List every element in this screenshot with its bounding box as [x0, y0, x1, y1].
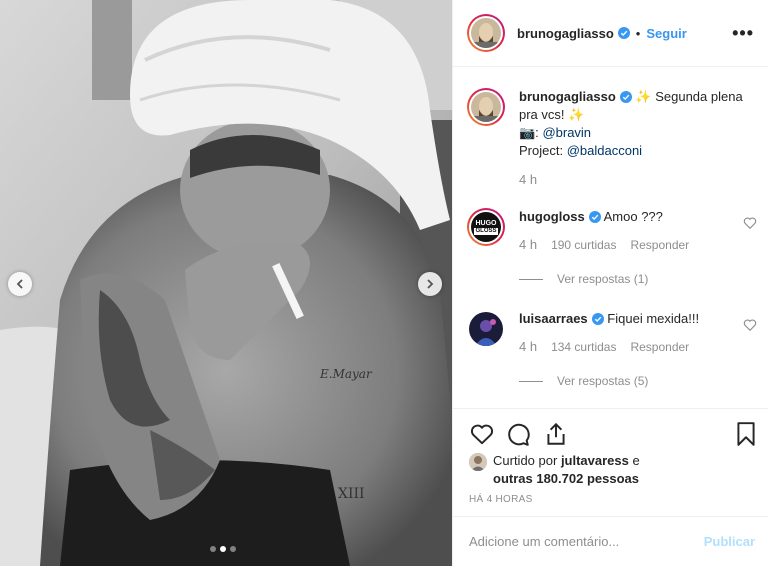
project-label: Project: — [519, 143, 564, 158]
comment-avatar[interactable] — [469, 312, 503, 346]
verified-badge-icon — [619, 91, 632, 103]
reply-button[interactable]: Responder — [630, 340, 689, 354]
carousel-prev-button[interactable] — [8, 272, 32, 296]
comment-meta: 4 h 190 curtidas Responder — [519, 237, 689, 252]
avatar-text-bottom: GLOSS — [474, 227, 498, 235]
comment-body: Amoo ??? — [603, 209, 663, 224]
carousel-next-button[interactable] — [418, 272, 442, 296]
caption-text: brunogagliasso ✨ Segunda plena pra vcs! … — [519, 88, 753, 160]
post-timestamp[interactable]: HÁ 4 HORAS — [469, 494, 533, 505]
like-icon[interactable] — [469, 421, 495, 447]
caption-username[interactable]: brunogagliasso — [519, 89, 616, 104]
share-icon[interactable] — [543, 421, 569, 447]
comment-input[interactable] — [469, 534, 704, 549]
post-sidebar: brunogagliasso • Seguir ••• brunogaglias… — [452, 0, 768, 566]
likes-count[interactable]: outras 180.702 pessoas — [493, 471, 639, 486]
add-comment-bar: Publicar — [453, 516, 768, 566]
verified-badge-icon — [617, 27, 630, 39]
post-actions — [453, 408, 768, 458]
header-separator: • — [635, 25, 641, 41]
author-username[interactable]: brunogagliasso — [517, 26, 614, 41]
comment-time[interactable]: 4 h — [519, 339, 537, 354]
author-avatar-image — [471, 18, 501, 48]
comment-body: Fiquei mexida!!! — [607, 311, 700, 326]
caption-time[interactable]: 4 h — [519, 172, 537, 187]
follow-button[interactable]: Seguir — [646, 26, 686, 41]
comment-likes[interactable]: 190 curtidas — [551, 238, 616, 252]
comment-meta: 4 h 134 curtidas Responder — [519, 339, 689, 354]
comment-username[interactable]: luisaarraes — [519, 311, 588, 326]
verified-badge-icon — [588, 211, 601, 223]
camera-emoji: 📷: — [519, 125, 539, 140]
bookmark-icon[interactable] — [733, 421, 759, 447]
carousel-indicator — [210, 546, 236, 552]
author-avatar[interactable] — [467, 14, 505, 52]
replies-divider — [519, 278, 543, 280]
reply-button[interactable]: Responder — [630, 238, 689, 252]
chevron-left-icon — [16, 279, 23, 289]
more-options-icon[interactable]: ••• — [732, 23, 754, 44]
view-replies-button[interactable]: Ver respostas (1) — [519, 272, 648, 286]
comment-time[interactable]: 4 h — [519, 237, 537, 252]
likes-text: Curtido por jultavaress e outras 180.702… — [493, 452, 753, 488]
carousel-dot — [230, 546, 236, 552]
liker-username[interactable]: jultavaress — [561, 453, 629, 468]
likes-connector: e — [632, 453, 640, 468]
comment-likes[interactable]: 134 curtidas — [551, 340, 616, 354]
comments-list[interactable]: brunogagliasso ✨ Segunda plena pra vcs! … — [453, 68, 768, 408]
post-photo: E.Mayar XIII — [0, 0, 452, 566]
likes-prefix: Curtido por — [493, 453, 558, 468]
carousel-dot-active — [220, 546, 226, 552]
comment-avatar[interactable]: HUGO GLOSS — [467, 208, 505, 246]
project-credit-mention[interactable]: @baldacconi — [567, 143, 642, 158]
caption-avatar-image — [471, 92, 501, 122]
post-image[interactable]: E.Mayar XIII — [0, 0, 452, 566]
publish-button[interactable]: Publicar — [704, 534, 755, 549]
liker-avatar[interactable] — [469, 453, 487, 471]
comment-avatar-image — [469, 312, 503, 346]
view-replies-label: Ver respostas (1) — [557, 272, 649, 286]
replies-divider — [519, 380, 543, 382]
comment-text: hugogloss Amoo ??? — [519, 208, 719, 226]
chevron-right-icon — [427, 279, 434, 289]
svg-text:XIII: XIII — [338, 486, 365, 502]
caption-author-avatar[interactable] — [467, 88, 505, 126]
carousel-dot — [210, 546, 216, 552]
verified-badge-icon — [591, 313, 604, 325]
comment-icon[interactable] — [505, 421, 531, 447]
photo-credit-mention[interactable]: @bravin — [542, 125, 591, 140]
view-replies-button[interactable]: Ver respostas (5) — [519, 374, 648, 388]
svg-text:E.Mayar: E.Mayar — [319, 367, 373, 381]
comment-like-icon[interactable] — [743, 216, 757, 230]
avatar-text-top: HUGO — [475, 219, 497, 227]
comment-username[interactable]: hugogloss — [519, 209, 585, 224]
liker-avatar-image — [469, 453, 487, 471]
comment-like-icon[interactable] — [743, 318, 757, 332]
view-replies-label: Ver respostas (5) — [557, 374, 649, 388]
post-header: brunogagliasso • Seguir ••• — [453, 0, 768, 67]
comment-text: luisaarraes Fiquei mexida!!! — [519, 310, 719, 328]
